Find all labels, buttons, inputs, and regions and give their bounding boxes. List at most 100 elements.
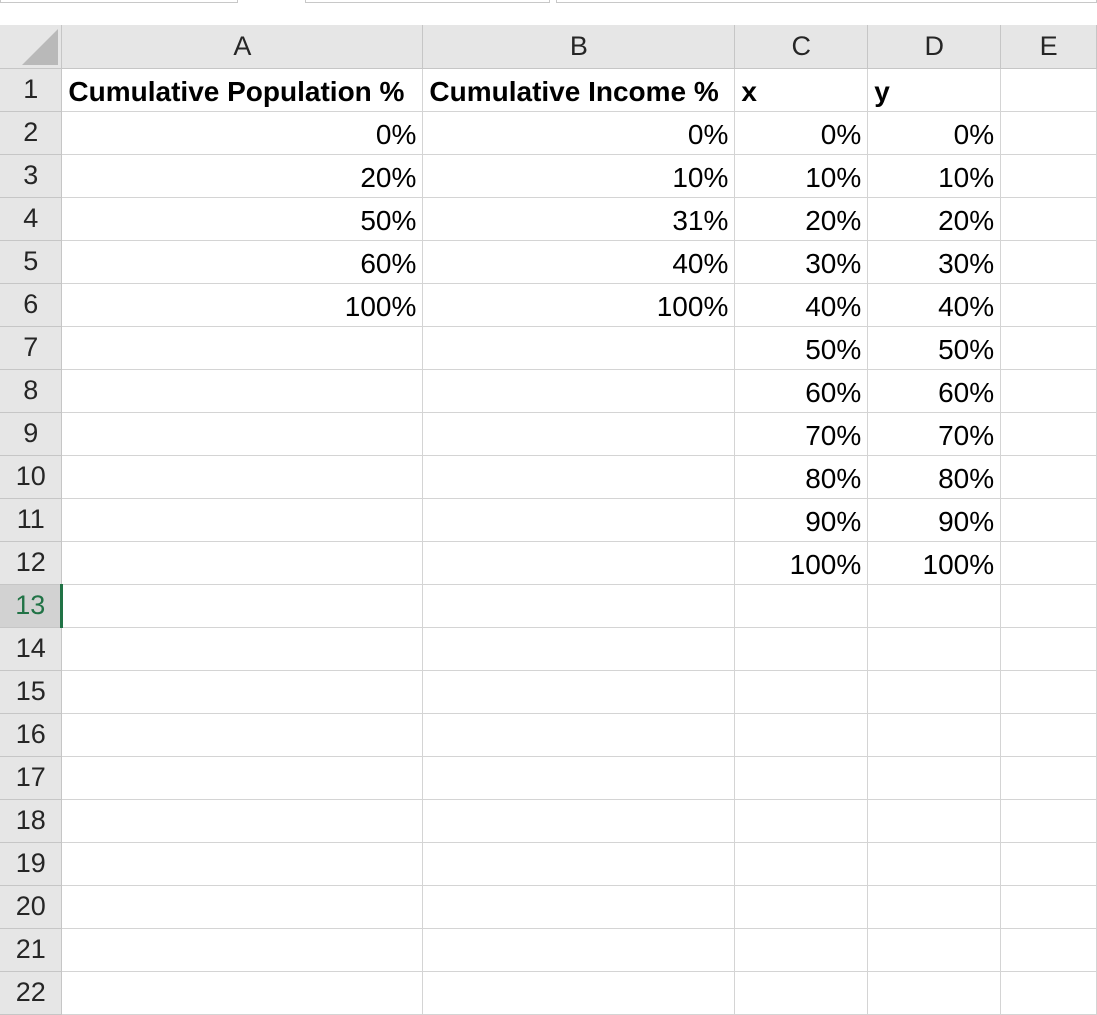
cell-c18[interactable] — [734, 799, 869, 843]
column-header-b[interactable]: B — [422, 25, 736, 69]
cell-b22[interactable] — [422, 971, 736, 1015]
cell-a11[interactable] — [61, 498, 424, 542]
cell-d13[interactable] — [867, 584, 1002, 628]
cell-e19[interactable] — [1000, 842, 1097, 886]
cell-b18[interactable] — [422, 799, 736, 843]
cell-a17[interactable] — [61, 756, 424, 800]
cell-c21[interactable] — [734, 928, 869, 972]
cell-b12[interactable] — [422, 541, 736, 585]
cell-e6[interactable] — [1000, 283, 1097, 327]
cell-a3[interactable]: 20% — [61, 154, 424, 198]
column-header-c[interactable]: C — [734, 25, 869, 69]
cell-e11[interactable] — [1000, 498, 1097, 542]
cell-c14[interactable] — [734, 627, 869, 671]
cell-e3[interactable] — [1000, 154, 1097, 198]
cell-a22[interactable] — [61, 971, 424, 1015]
cell-c8[interactable]: 60% — [734, 369, 869, 413]
cell-c22[interactable] — [734, 971, 869, 1015]
cell-a14[interactable] — [61, 627, 424, 671]
row-header[interactable]: 16 — [0, 713, 63, 757]
cell-c9[interactable]: 70% — [734, 412, 869, 456]
cell-d7[interactable]: 50% — [867, 326, 1002, 370]
cell-e12[interactable] — [1000, 541, 1097, 585]
cell-b3[interactable]: 10% — [422, 154, 736, 198]
sheet-tab[interactable] — [305, 0, 550, 3]
sheet-tab[interactable] — [556, 0, 1097, 3]
cell-d2[interactable]: 0% — [867, 111, 1002, 155]
cell-c11[interactable]: 90% — [734, 498, 869, 542]
row-header[interactable]: 1 — [0, 68, 63, 112]
cell-d14[interactable] — [867, 627, 1002, 671]
column-header-e[interactable]: E — [1000, 25, 1097, 69]
row-header[interactable]: 11 — [0, 498, 63, 542]
cell-d20[interactable] — [867, 885, 1002, 929]
cell-b1[interactable]: Cumulative Income % — [422, 68, 736, 112]
cell-d6[interactable]: 40% — [867, 283, 1002, 327]
cell-e21[interactable] — [1000, 928, 1097, 972]
cell-b8[interactable] — [422, 369, 736, 413]
select-all-corner[interactable] — [0, 25, 63, 69]
cell-e22[interactable] — [1000, 971, 1097, 1015]
cell-a9[interactable] — [61, 412, 424, 456]
cell-b17[interactable] — [422, 756, 736, 800]
cell-c4[interactable]: 20% — [734, 197, 869, 241]
cell-a12[interactable] — [61, 541, 424, 585]
cell-d15[interactable] — [867, 670, 1002, 714]
cell-a1[interactable]: Cumulative Population % — [61, 68, 424, 112]
row-header[interactable]: 10 — [0, 455, 63, 499]
cell-a15[interactable] — [61, 670, 424, 714]
row-header[interactable]: 5 — [0, 240, 63, 284]
cell-b5[interactable]: 40% — [422, 240, 736, 284]
row-header[interactable]: 6 — [0, 283, 63, 327]
cell-c19[interactable] — [734, 842, 869, 886]
cell-e14[interactable] — [1000, 627, 1097, 671]
row-header[interactable]: 17 — [0, 756, 63, 800]
cell-c12[interactable]: 100% — [734, 541, 869, 585]
cell-b14[interactable] — [422, 627, 736, 671]
cell-c16[interactable] — [734, 713, 869, 757]
cell-e18[interactable] — [1000, 799, 1097, 843]
cell-b9[interactable] — [422, 412, 736, 456]
cell-c2[interactable]: 0% — [734, 111, 869, 155]
sheet-tab[interactable] — [0, 0, 238, 3]
cell-d9[interactable]: 70% — [867, 412, 1002, 456]
cell-b15[interactable] — [422, 670, 736, 714]
cell-d18[interactable] — [867, 799, 1002, 843]
cell-c6[interactable]: 40% — [734, 283, 869, 327]
cell-d16[interactable] — [867, 713, 1002, 757]
cell-e1[interactable] — [1000, 68, 1097, 112]
row-header[interactable]: 8 — [0, 369, 63, 413]
cell-d1[interactable]: y — [867, 68, 1002, 112]
cell-d21[interactable] — [867, 928, 1002, 972]
cell-b2[interactable]: 0% — [422, 111, 736, 155]
cell-d17[interactable] — [867, 756, 1002, 800]
cell-e15[interactable] — [1000, 670, 1097, 714]
cell-a18[interactable] — [61, 799, 424, 843]
cell-a8[interactable] — [61, 369, 424, 413]
cell-d4[interactable]: 20% — [867, 197, 1002, 241]
row-header[interactable]: 13 — [0, 584, 64, 628]
row-header[interactable]: 20 — [0, 885, 63, 929]
cell-e17[interactable] — [1000, 756, 1097, 800]
row-header[interactable]: 4 — [0, 197, 63, 241]
row-header[interactable]: 7 — [0, 326, 63, 370]
cell-b13[interactable] — [422, 584, 736, 628]
row-header[interactable]: 19 — [0, 842, 63, 886]
cell-a10[interactable] — [61, 455, 424, 499]
cell-c3[interactable]: 10% — [734, 154, 869, 198]
cell-c17[interactable] — [734, 756, 869, 800]
cell-b20[interactable] — [422, 885, 736, 929]
cell-b6[interactable]: 100% — [422, 283, 736, 327]
cell-c1[interactable]: x — [734, 68, 869, 112]
cell-d10[interactable]: 80% — [867, 455, 1002, 499]
cell-d12[interactable]: 100% — [867, 541, 1002, 585]
cell-b19[interactable] — [422, 842, 736, 886]
row-header[interactable]: 3 — [0, 154, 63, 198]
cell-a21[interactable] — [61, 928, 424, 972]
cell-c10[interactable]: 80% — [734, 455, 869, 499]
cell-e9[interactable] — [1000, 412, 1097, 456]
cell-a5[interactable]: 60% — [61, 240, 424, 284]
cell-c13[interactable] — [734, 584, 869, 628]
cell-b21[interactable] — [422, 928, 736, 972]
cell-d5[interactable]: 30% — [867, 240, 1002, 284]
